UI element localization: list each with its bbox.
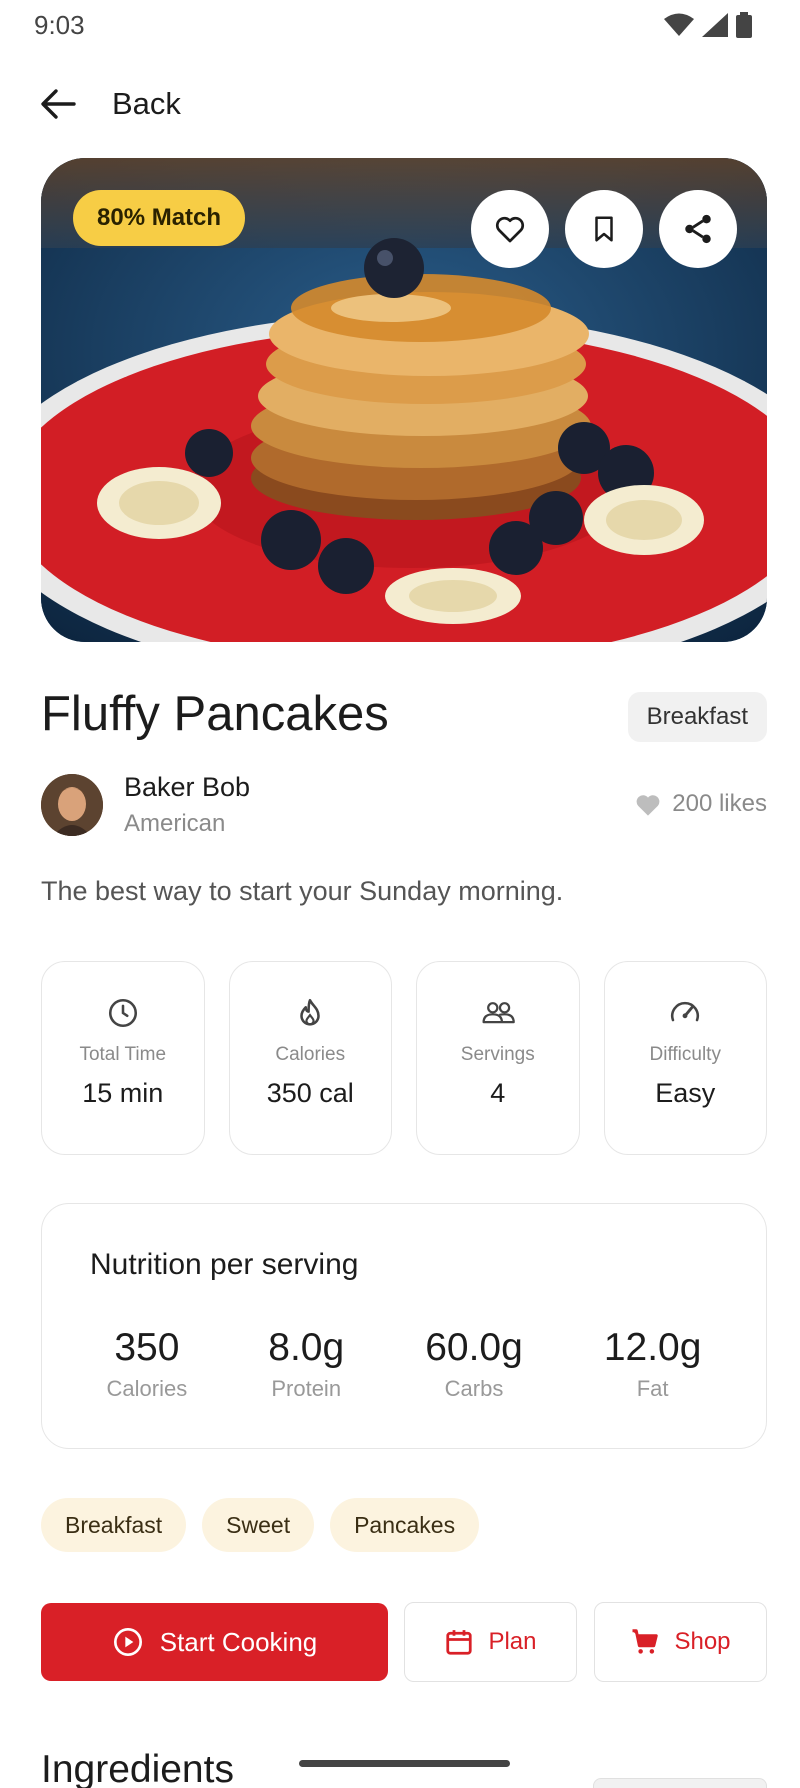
status-time: 9:03 — [34, 10, 85, 40]
action-bar: Start Cooking Plan Shop — [41, 1602, 767, 1682]
top-bar: Back — [0, 76, 800, 132]
battery-icon — [736, 12, 752, 38]
nutrition-label: Calories — [106, 1376, 188, 1401]
author-photo — [41, 774, 103, 836]
author-name[interactable]: Baker Bob — [124, 772, 250, 803]
shop-label: Shop — [674, 1628, 731, 1655]
stat-difficulty: Difficulty Easy — [603, 961, 767, 1155]
signal-icon — [702, 13, 728, 37]
bookmark-icon — [595, 216, 613, 242]
tag-list: Breakfast Sweet Pancakes — [41, 1498, 480, 1552]
heart-icon — [495, 216, 525, 243]
nutrition-protein: 8.0g Protein — [268, 1326, 344, 1402]
plan-label: Plan — [488, 1628, 537, 1655]
plan-button[interactable]: Plan — [404, 1602, 577, 1682]
recipe-hero-image: 80% Match — [41, 158, 767, 642]
stat-value: 350 cal — [266, 1078, 354, 1108]
likes-label: 200 likes — [672, 790, 767, 817]
shop-button[interactable]: Shop — [594, 1602, 767, 1682]
stat-value: Easy — [655, 1078, 716, 1108]
recipe-title: Fluffy Pancakes — [41, 687, 389, 741]
tag-chip[interactable]: Breakfast — [41, 1498, 187, 1552]
recipe-description: The best way to start your Sunday mornin… — [41, 876, 564, 906]
favorite-button[interactable] — [471, 190, 549, 268]
share-icon — [685, 214, 711, 244]
tag-chip[interactable]: Pancakes — [330, 1498, 480, 1552]
nutrition-calories: 350 Calories — [107, 1326, 188, 1402]
start-cooking-label: Start Cooking — [159, 1626, 318, 1657]
stat-value: 15 min — [82, 1078, 164, 1108]
status-icons — [664, 12, 752, 38]
nutrition-fat: 12.0g Fat — [604, 1326, 702, 1402]
stat-label: Calories — [275, 1044, 346, 1065]
bookmark-button[interactable] — [565, 190, 643, 268]
stat-label: Total Time — [79, 1044, 167, 1065]
stat-label: Servings — [460, 1044, 535, 1065]
stat-value: 4 — [490, 1078, 506, 1108]
nutrition-value: 350 — [114, 1326, 180, 1369]
heart-filled-icon — [636, 795, 660, 816]
nutrition-card: Nutrition per serving 350 Calories 8.0g … — [41, 1203, 767, 1449]
flame-icon — [300, 998, 321, 1026]
nutrition-label: Protein — [271, 1376, 342, 1401]
likes-count: 200 likes — [634, 790, 767, 818]
match-badge: 80% Match — [73, 190, 246, 246]
arrow-left-icon — [41, 89, 76, 119]
play-circle-icon — [113, 1628, 142, 1656]
stat-total-time: Total Time 15 min — [41, 961, 205, 1155]
calendar-icon — [446, 1630, 473, 1655]
clock-icon — [108, 998, 137, 1028]
share-button[interactable] — [659, 190, 737, 268]
author-cuisine: American — [124, 810, 226, 837]
ingredients-title: Ingredients — [41, 1748, 234, 1788]
back-button[interactable] — [38, 84, 78, 124]
nutrition-label: Fat — [636, 1376, 669, 1401]
stat-calories: Calories 350 cal — [228, 961, 392, 1155]
tag-chip[interactable]: Sweet — [202, 1498, 315, 1552]
author-row: Baker Bob American 200 likes — [41, 772, 767, 842]
nutrition-value: 12.0g — [603, 1326, 702, 1369]
nutrition-label: Carbs — [444, 1376, 504, 1401]
back-label[interactable]: Back — [112, 86, 181, 122]
nutrition-values: 350 Calories 8.0g Protein 60.0g Carbs 12… — [66, 1326, 742, 1402]
stat-servings: Servings 4 — [416, 961, 580, 1155]
cart-icon — [632, 1629, 659, 1654]
home-indicator[interactable] — [299, 1760, 510, 1767]
status-bar: 9:03 — [0, 0, 800, 50]
gauge-icon — [671, 1001, 700, 1022]
stat-label: Difficulty — [649, 1044, 721, 1065]
nutrition-carbs: 60.0g Carbs — [425, 1326, 523, 1402]
people-icon — [482, 1002, 515, 1024]
servings-stepper: − 4 + — [593, 1778, 767, 1788]
nutrition-title: Nutrition per serving — [90, 1248, 359, 1281]
start-cooking-button[interactable]: Start Cooking — [41, 1603, 388, 1681]
recipe-stats: Total Time 15 min Calories 350 cal Servi… — [41, 961, 767, 1155]
wifi-icon — [664, 13, 694, 36]
avatar[interactable] — [41, 774, 103, 836]
nutrition-value: 8.0g — [268, 1326, 345, 1369]
meal-type-badge: Breakfast — [627, 692, 767, 742]
nutrition-value: 60.0g — [425, 1326, 523, 1369]
